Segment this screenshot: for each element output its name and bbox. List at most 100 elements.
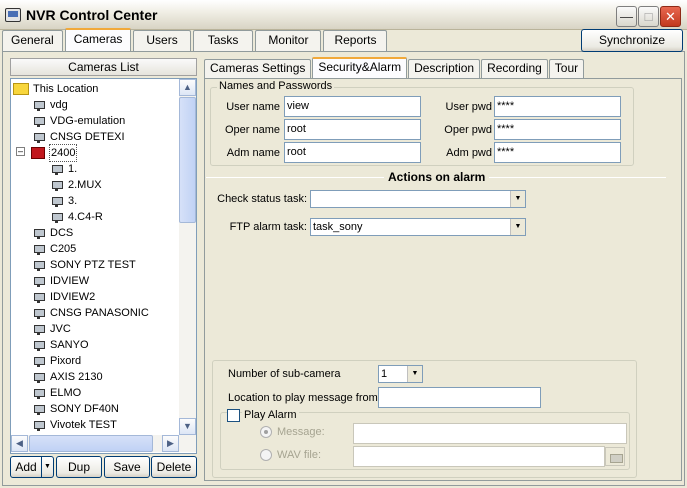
camera-icon: [31, 338, 47, 352]
tree-item-label: 4.C4-R: [68, 211, 103, 223]
add-dropdown-icon[interactable]: ▼: [42, 456, 54, 478]
oper-name-field[interactable]: root: [284, 119, 421, 140]
close-button[interactable]: ✕: [660, 6, 681, 27]
tree-item-sanyo[interactable]: SANYO: [31, 337, 89, 353]
tab-users[interactable]: Users: [133, 30, 191, 51]
add-button[interactable]: Add: [10, 456, 42, 478]
tab-general[interactable]: General: [2, 30, 63, 51]
tree-item-jvc[interactable]: JVC: [31, 321, 71, 337]
camera-icon: [31, 226, 47, 240]
tab-security-alarm[interactable]: Security&Alarm: [312, 57, 408, 78]
ftp-alarm-value: task_sony: [313, 221, 363, 233]
tab-reports[interactable]: Reports: [323, 30, 388, 51]
tree-vertical-scrollbar[interactable]: ▲ ▼: [179, 79, 196, 435]
camera-icon: [31, 418, 47, 432]
user-name-field[interactable]: view: [284, 96, 421, 117]
location-field[interactable]: [378, 387, 541, 408]
tree-item-sony-ptz-test[interactable]: SONY PTZ TEST: [31, 257, 136, 273]
tree-item-1[interactable]: 1.: [49, 161, 77, 177]
delete-button[interactable]: Delete: [151, 456, 197, 478]
wav-file-radio[interactable]: [260, 449, 272, 461]
tree-item-2-mux[interactable]: 2.MUX: [49, 177, 102, 193]
tab-cameras[interactable]: Cameras: [64, 28, 132, 51]
cameras-tree: – This Location vdg VDG-emulation CNSG DETE…: [10, 78, 197, 454]
tree-item-elmo[interactable]: ELMO: [31, 385, 81, 401]
tab-cameras-settings[interactable]: Cameras Settings: [204, 59, 312, 78]
cameras-list-header: Cameras List: [10, 58, 197, 76]
tree-item-label: 2.MUX: [68, 179, 102, 191]
folder-icon: [13, 83, 29, 95]
chevron-down-icon[interactable]: ▼: [510, 219, 525, 235]
tree-item-dcs[interactable]: DCS: [31, 225, 73, 241]
synchronize-button[interactable]: Synchronize: [581, 29, 683, 52]
cameras-tree-viewport: – This Location vdg VDG-emulation CNSG DETE…: [11, 79, 179, 435]
scroll-right-icon[interactable]: ▶: [162, 435, 179, 452]
user-name-label: User name: [226, 101, 280, 113]
wav-file-field[interactable]: [353, 446, 605, 467]
maximize-button[interactable]: □: [638, 6, 659, 27]
play-alarm-label[interactable]: Play Alarm: [242, 409, 299, 421]
tree-item-2400[interactable]: 2400: [31, 144, 78, 162]
tree-item-cnsg-panasonic[interactable]: CNSG PANASONIC: [31, 305, 149, 321]
message-label: Message:: [277, 426, 325, 438]
check-status-label: Check status task:: [217, 193, 307, 205]
tree-item-3[interactable]: 3.: [49, 193, 77, 209]
camera-icon: [31, 306, 47, 320]
tree-item-label: This Location: [33, 83, 99, 95]
hscroll-thumb[interactable]: [29, 435, 153, 452]
collapse-2400-icon[interactable]: –: [16, 147, 25, 156]
user-pwd-field[interactable]: ****: [494, 96, 621, 117]
chevron-down-icon[interactable]: ▼: [407, 366, 422, 382]
camera-icon: [31, 258, 47, 272]
tree-item-label: SONY PTZ TEST: [50, 259, 136, 271]
dup-button[interactable]: Dup: [56, 456, 102, 478]
title-bar: NVR Control Center — □ ✕: [0, 0, 687, 30]
chevron-down-icon[interactable]: ▼: [510, 191, 525, 207]
message-radio[interactable]: [260, 426, 272, 438]
ftp-alarm-select[interactable]: task_sony ▼: [310, 218, 526, 236]
tree-item-c205[interactable]: C205: [31, 241, 76, 257]
camera-icon: [49, 162, 65, 176]
tree-horizontal-scrollbar[interactable]: ◀ ▶: [11, 435, 196, 452]
tab-tasks[interactable]: Tasks: [192, 30, 254, 51]
tree-item-axis-2130[interactable]: AXIS 2130: [31, 369, 103, 385]
scroll-left-icon[interactable]: ◀: [11, 435, 28, 452]
tab-recording[interactable]: Recording: [481, 59, 548, 78]
save-button[interactable]: Save: [104, 456, 150, 478]
message-field[interactable]: [353, 423, 627, 444]
adm-pwd-field[interactable]: ****: [494, 142, 621, 163]
scroll-down-icon[interactable]: ▼: [179, 418, 196, 435]
tab-monitor[interactable]: Monitor: [255, 30, 322, 51]
scroll-up-icon[interactable]: ▲: [179, 79, 196, 96]
main-tab-bar: General Cameras Users Tasks Monitor Repo…: [2, 28, 389, 51]
play-alarm-checkbox[interactable]: [227, 409, 240, 422]
check-status-select[interactable]: ▼: [310, 190, 526, 208]
adm-name-label: Adm name: [226, 147, 280, 159]
tree-item-sony-df40n[interactable]: SONY DF40N: [31, 401, 119, 417]
tree-item-vivotek-test[interactable]: Vivotek TEST: [31, 417, 117, 433]
camera-icon: [31, 98, 47, 112]
oper-pwd-label: Oper pwd: [444, 124, 492, 136]
minimize-button[interactable]: —: [616, 6, 637, 27]
tree-item-label: SONY DF40N: [50, 403, 119, 415]
scroll-thumb[interactable]: [179, 97, 196, 223]
nvr-control-center-window: NVR Control Center — □ ✕ General Cameras…: [0, 0, 687, 488]
sub-camera-count-select[interactable]: 1 ▼: [378, 365, 423, 383]
browse-folder-icon[interactable]: [605, 447, 625, 466]
camera-icon: [49, 194, 65, 208]
adm-name-field[interactable]: root: [284, 142, 421, 163]
tab-tour[interactable]: Tour: [548, 59, 585, 78]
oper-pwd-field[interactable]: ****: [494, 119, 621, 140]
tree-item-label: IDVIEW: [50, 275, 90, 287]
tree-item-idview[interactable]: IDVIEW: [31, 273, 89, 289]
tree-item-cnsg-detexi[interactable]: CNSG DETEXI: [31, 129, 125, 145]
cameras-list-panel: Cameras List – This Location vdg VDG-emula…: [10, 58, 197, 480]
tree-item-4-c4-r[interactable]: 4.C4-R: [49, 209, 103, 225]
tab-description[interactable]: Description: [408, 59, 481, 78]
tree-item-idview2[interactable]: IDVIEW2: [31, 289, 95, 305]
tree-item-this-location[interactable]: This Location: [13, 81, 98, 97]
tree-item-vdg[interactable]: vdg: [31, 97, 68, 113]
tree-item-vdg-emulation[interactable]: VDG-emulation: [31, 113, 125, 129]
names-passwords-title: Names and Passwords: [217, 80, 335, 92]
tree-item-pixord[interactable]: Pixord: [31, 353, 81, 369]
